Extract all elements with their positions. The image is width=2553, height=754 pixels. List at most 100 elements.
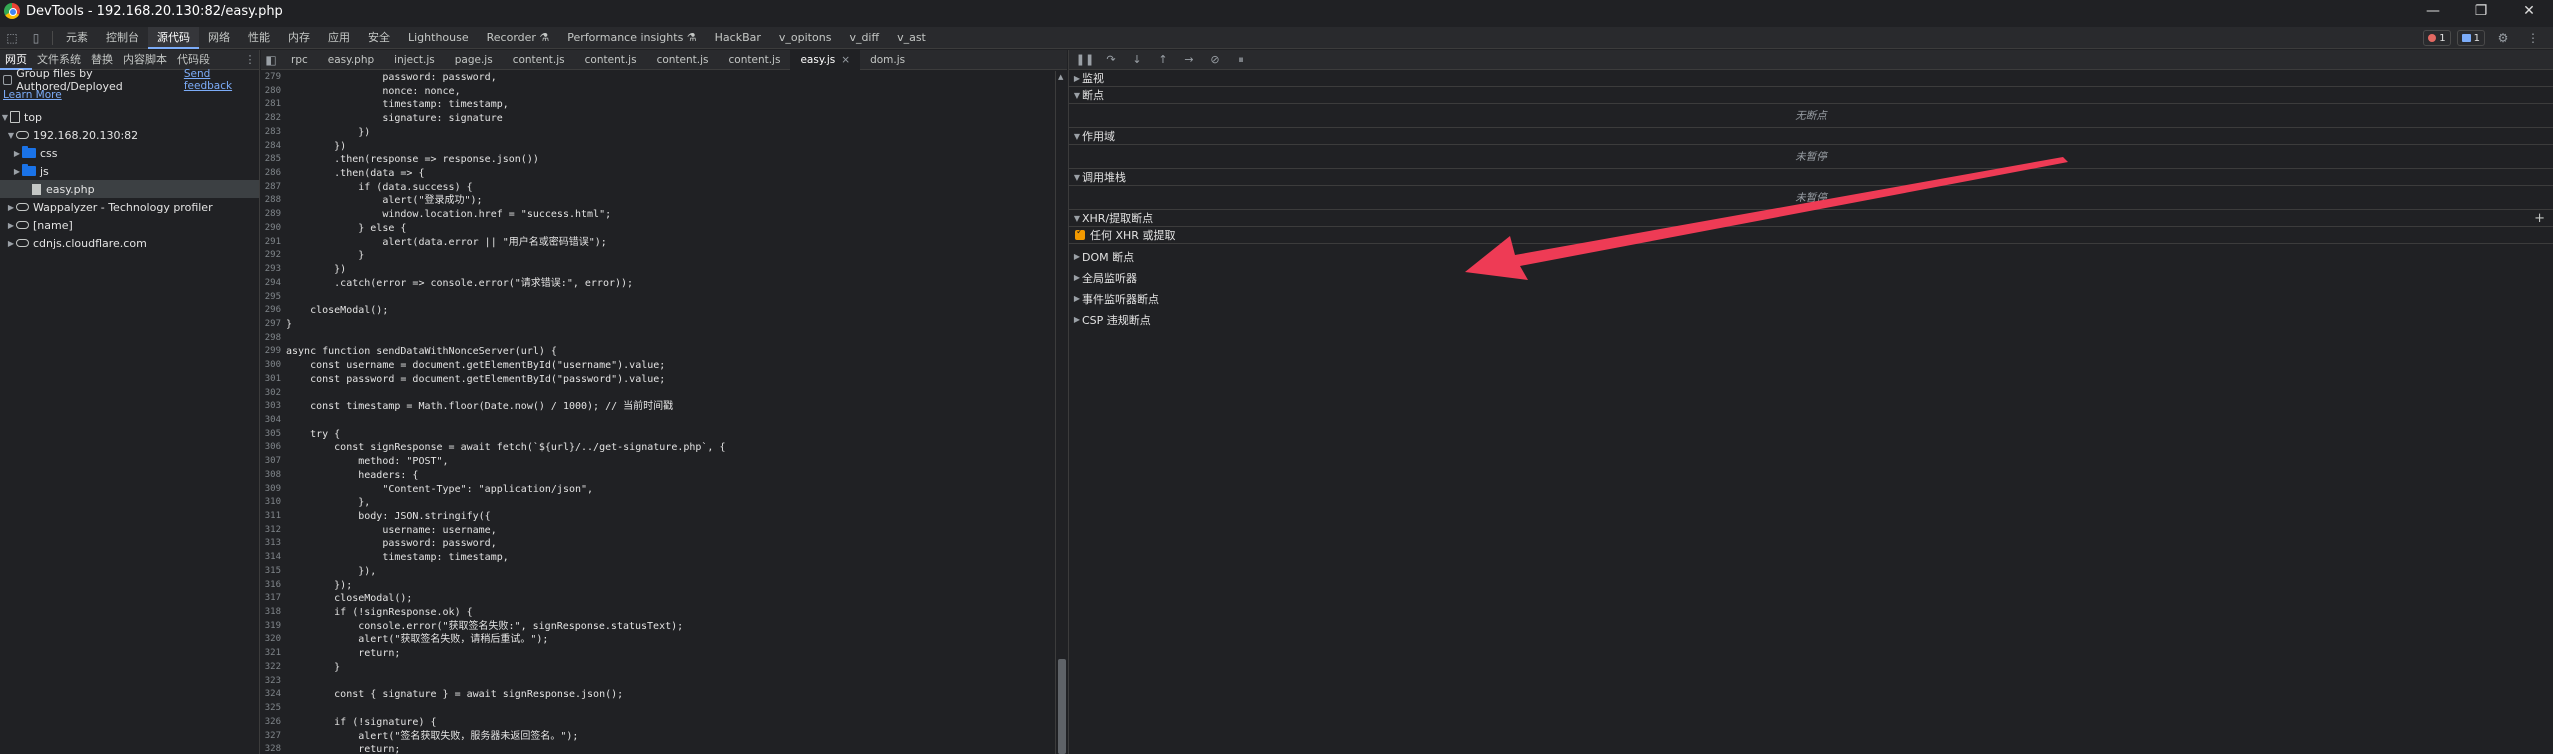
main-tab[interactable]: 网络 — [199, 27, 239, 49]
line-number[interactable]: 326 — [261, 716, 281, 730]
line-number[interactable]: 300 — [261, 359, 281, 373]
line-number[interactable]: 288 — [261, 194, 281, 208]
xhr-any-row[interactable]: 任何 XHR 或提取 — [1069, 227, 2553, 244]
file-tab[interactable]: content.js — [719, 50, 791, 70]
line-number[interactable]: 283 — [261, 126, 281, 140]
gear-icon[interactable]: ⚙ — [2491, 27, 2515, 49]
add-xhr-breakpoint-icon[interactable]: + — [2534, 211, 2545, 226]
tree-item-name[interactable]: ▶ [name] — [0, 216, 259, 234]
line-number[interactable]: 317 — [261, 592, 281, 606]
main-tab[interactable]: 控制台 — [97, 27, 148, 49]
csp-section-header[interactable]: ▶ CSP 违规断点 — [1069, 311, 2553, 328]
breakpoints-section-header[interactable]: ▼ 断点 — [1069, 87, 2553, 104]
editor-scrollbar[interactable]: ▲ — [1055, 71, 1067, 754]
line-number[interactable]: 324 — [261, 688, 281, 702]
callstack-section-header[interactable]: ▼ 调用堆栈 — [1069, 169, 2553, 186]
tree-item-wappalyzer[interactable]: ▶ Wappalyzer - Technology profiler — [0, 198, 259, 216]
line-number[interactable]: 298 — [261, 332, 281, 346]
main-tab[interactable]: 源代码 — [148, 26, 199, 49]
event-listener-section-header[interactable]: ▶ 事件监听器断点 — [1069, 290, 2553, 307]
line-number[interactable]: 289 — [261, 208, 281, 222]
file-tab[interactable]: inject.js — [384, 50, 445, 70]
tree-item-easy-php[interactable]: easy.php — [0, 180, 259, 198]
main-tab[interactable]: 性能 — [239, 27, 279, 49]
main-tab[interactable]: v_ast — [888, 27, 935, 49]
line-number[interactable]: 286 — [261, 167, 281, 181]
file-tab[interactable]: content.js — [647, 50, 719, 70]
tree-item-host[interactable]: ▼ 192.168.20.130:82 — [0, 126, 259, 144]
more-options-icon[interactable]: ⋮ — [241, 53, 259, 66]
main-tab[interactable]: Recorder ⚗ — [478, 27, 559, 49]
line-number[interactable]: 284 — [261, 140, 281, 154]
pause-icon[interactable]: ❚❚ — [1073, 53, 1097, 66]
xhr-any-checkbox[interactable] — [1075, 227, 1085, 240]
line-number[interactable]: 321 — [261, 647, 281, 661]
line-number[interactable]: 308 — [261, 469, 281, 483]
global-listeners-section-header[interactable]: ▶ 全局监听器 — [1069, 269, 2553, 286]
line-number[interactable]: 322 — [261, 661, 281, 675]
file-tab[interactable]: easy.js × — [790, 49, 861, 70]
file-tab[interactable]: easy.php — [318, 50, 384, 70]
scrollbar-thumb[interactable] — [1058, 659, 1066, 754]
more-options-icon[interactable]: ⋮ — [2521, 27, 2545, 49]
group-files-checkbox[interactable] — [3, 75, 13, 85]
file-tab[interactable]: content.js — [575, 50, 647, 70]
step-over-icon[interactable]: ↷ — [1099, 53, 1123, 66]
pause-on-exceptions-icon[interactable]: ⏸ — [1229, 53, 1253, 67]
step-out-icon[interactable]: ↑ — [1151, 53, 1175, 66]
main-tab[interactable]: HackBar — [706, 27, 770, 49]
line-number[interactable]: 316 — [261, 579, 281, 593]
device-toolbar-icon[interactable]: ▯ — [24, 27, 48, 49]
toggle-navigator-icon[interactable]: ◧ — [261, 49, 281, 71]
line-number[interactable]: 294 — [261, 277, 281, 291]
send-feedback-link[interactable]: Send feedback — [184, 68, 254, 92]
line-number[interactable]: 301 — [261, 373, 281, 387]
main-tab[interactable]: Lighthouse — [399, 27, 478, 49]
line-number[interactable]: 304 — [261, 414, 281, 428]
scroll-up-icon[interactable]: ▲ — [1058, 73, 1063, 81]
line-number[interactable]: 293 — [261, 263, 281, 277]
deactivate-breakpoints-icon[interactable]: ⊘ — [1203, 53, 1227, 66]
main-tab[interactable]: Performance insights ⚗ — [558, 27, 705, 49]
tree-item-cdn[interactable]: ▶ cdnjs.cloudflare.com — [0, 234, 259, 252]
tree-item-css[interactable]: ▶ css — [0, 144, 259, 162]
line-number[interactable]: 312 — [261, 524, 281, 538]
main-tab[interactable]: 元素 — [57, 27, 97, 49]
line-number[interactable]: 328 — [261, 743, 281, 754]
scope-section-header[interactable]: ▼ 作用域 — [1069, 128, 2553, 145]
message-count-badge[interactable]: 1 — [2456, 30, 2485, 46]
line-number[interactable]: 292 — [261, 249, 281, 263]
dom-section-header[interactable]: ▶ DOM 断点 — [1069, 248, 2553, 265]
minimize-button[interactable]: — — [2409, 0, 2457, 22]
line-number[interactable]: 310 — [261, 496, 281, 510]
line-number[interactable]: 309 — [261, 483, 281, 497]
line-number[interactable]: 290 — [261, 222, 281, 236]
main-tab[interactable]: v_opitons — [770, 27, 841, 49]
tree-item-top[interactable]: ▼ top — [0, 108, 259, 126]
line-number[interactable]: 281 — [261, 98, 281, 112]
line-number[interactable]: 295 — [261, 291, 281, 305]
line-number[interactable]: 311 — [261, 510, 281, 524]
main-tab[interactable]: 应用 — [319, 27, 359, 49]
watch-section-header[interactable]: ▶ 监视 — [1069, 70, 2553, 87]
inspect-element-icon[interactable]: ⬚ — [0, 27, 24, 49]
line-number[interactable]: 297 — [261, 318, 281, 332]
error-count-badge[interactable]: 1 — [2423, 30, 2451, 46]
tree-item-js[interactable]: ▶ js — [0, 162, 259, 180]
line-number[interactable]: 319 — [261, 620, 281, 634]
line-number[interactable]: 280 — [261, 85, 281, 99]
line-number[interactable]: 314 — [261, 551, 281, 565]
line-number[interactable]: 318 — [261, 606, 281, 620]
line-number[interactable]: 302 — [261, 387, 281, 401]
file-tab[interactable]: page.js — [445, 50, 503, 70]
line-number[interactable]: 305 — [261, 428, 281, 442]
maximize-button[interactable]: ❐ — [2457, 0, 2505, 22]
main-tab[interactable]: v_diff — [840, 27, 888, 49]
line-number[interactable]: 303 — [261, 400, 281, 414]
main-tab[interactable]: 内存 — [279, 27, 319, 49]
step-into-icon[interactable]: ↓ — [1125, 53, 1149, 66]
close-tab-icon[interactable]: × — [841, 54, 850, 66]
line-number[interactable]: 291 — [261, 236, 281, 250]
line-number[interactable]: 307 — [261, 455, 281, 469]
line-number[interactable]: 296 — [261, 304, 281, 318]
